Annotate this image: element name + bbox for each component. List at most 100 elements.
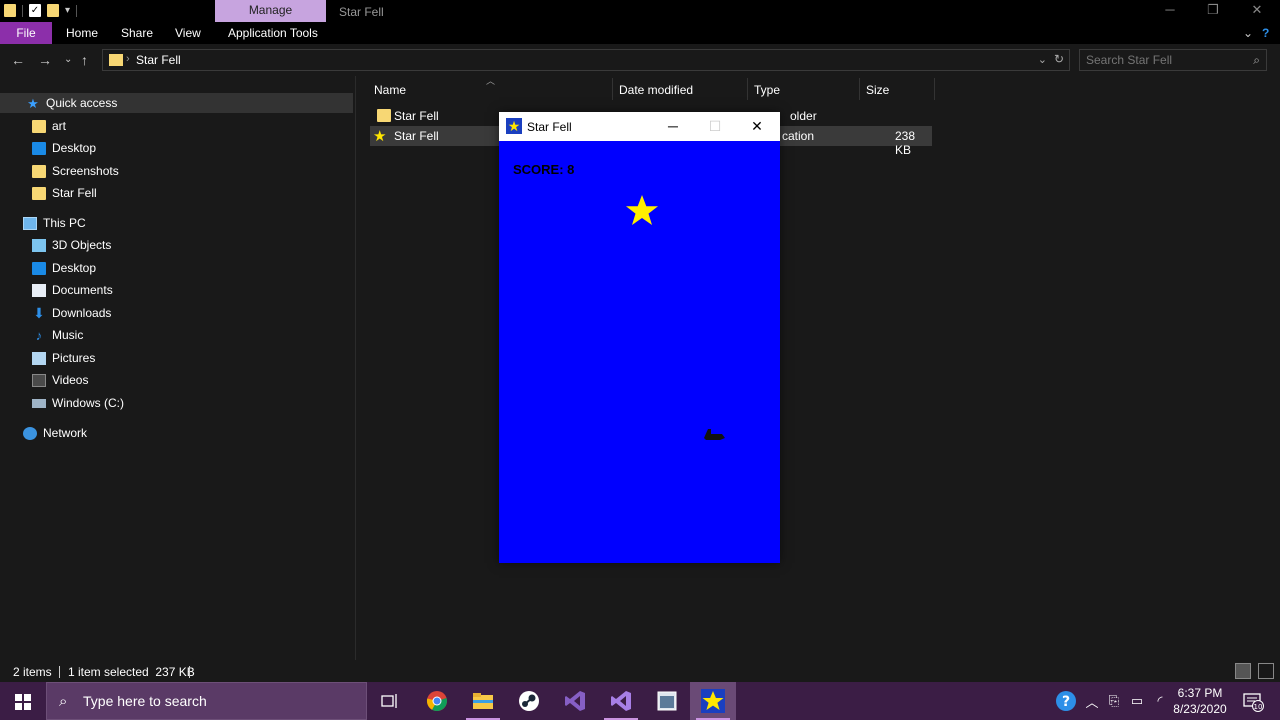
clock-time: 6:37 PM bbox=[1177, 686, 1223, 700]
sidebar-item-downloads[interactable]: ⬇ Downloads bbox=[32, 303, 111, 323]
address-bar[interactable]: › Star Fell ⌄ ↻ bbox=[102, 49, 1070, 71]
visual-studio-icon[interactable] bbox=[552, 682, 598, 720]
column-header-name[interactable]: Name bbox=[374, 83, 406, 97]
tab-home[interactable]: Home bbox=[66, 22, 98, 44]
tab-share[interactable]: Share bbox=[121, 22, 153, 44]
window-title: Star Fell bbox=[339, 5, 384, 19]
large-icons-view-icon[interactable] bbox=[1258, 663, 1274, 679]
search-icon[interactable]: ⌕ bbox=[1253, 53, 1260, 68]
details-view-icon[interactable] bbox=[1235, 663, 1251, 679]
action-center-icon[interactable]: 10 bbox=[1238, 682, 1268, 720]
sidebar-item-this-pc[interactable]: This PC bbox=[23, 213, 86, 233]
sidebar-item-desktop[interactable]: Desktop bbox=[32, 138, 96, 158]
wifi-icon[interactable]: ◜ bbox=[1150, 682, 1170, 720]
sidebar-item-star-fell[interactable]: Star Fell bbox=[32, 183, 97, 203]
sort-ascending-icon: ︿ bbox=[486, 76, 496, 86]
column-separator[interactable] bbox=[747, 78, 748, 100]
chrome-icon[interactable] bbox=[414, 682, 460, 720]
sidebar-item-pc-desktop[interactable]: Desktop bbox=[32, 258, 96, 278]
up-arrow-icon[interactable]: ↑ bbox=[81, 52, 88, 68]
taskbar-search[interactable]: ⌕ bbox=[46, 682, 367, 720]
recent-locations-icon[interactable]: ⌄ bbox=[64, 54, 72, 65]
help-tray-icon[interactable]: ? bbox=[1054, 682, 1078, 720]
sidebar-item-art[interactable]: art bbox=[32, 116, 66, 136]
chevron-down-icon[interactable]: ⌄ bbox=[1038, 53, 1047, 66]
visual-studio-preview-icon[interactable] bbox=[598, 682, 644, 720]
help-icon[interactable]: ? bbox=[1262, 22, 1269, 44]
download-arrow-icon: ⬇ bbox=[33, 304, 45, 321]
game-window[interactable]: ★ Star Fell ─ ☐ ✕ SCORE: 8 bbox=[499, 112, 780, 563]
sidebar-item-3d-objects[interactable]: 3D Objects bbox=[32, 235, 111, 255]
star-fell-icon[interactable] bbox=[690, 682, 736, 720]
battery-icon[interactable]: ▭ bbox=[1127, 682, 1147, 720]
manage-contextual-tab[interactable]: Manage bbox=[215, 0, 326, 22]
task-view-icon[interactable] bbox=[367, 682, 413, 720]
column-header-size[interactable]: Size bbox=[866, 83, 889, 97]
column-separator[interactable] bbox=[934, 78, 935, 100]
tab-application-tools[interactable]: Application Tools bbox=[228, 22, 318, 44]
ribbon-expand-icon[interactable]: ⌄ bbox=[1243, 22, 1253, 44]
minimize-button[interactable]: ─ bbox=[1150, 2, 1190, 20]
steam-icon[interactable] bbox=[506, 682, 552, 720]
sidebar-item-label: Downloads bbox=[52, 306, 112, 320]
taskbar-search-input[interactable] bbox=[83, 693, 353, 709]
forward-arrow-icon[interactable]: → bbox=[38, 52, 52, 68]
breadcrumb-current[interactable]: Star Fell bbox=[136, 53, 181, 67]
desktop-icon bbox=[32, 261, 46, 275]
new-folder-icon[interactable] bbox=[47, 4, 59, 17]
computer-icon bbox=[23, 216, 37, 230]
game-close-button[interactable]: ✕ bbox=[742, 116, 772, 136]
column-header-date-modified[interactable]: Date modified bbox=[619, 83, 693, 97]
game-canvas[interactable]: SCORE: 8 bbox=[499, 141, 780, 563]
search-box[interactable]: ⌕ bbox=[1079, 49, 1267, 71]
restore-button[interactable]: ❐ bbox=[1193, 2, 1233, 20]
documents-icon bbox=[32, 283, 46, 297]
tab-file[interactable]: File bbox=[0, 22, 52, 44]
item-count: 2 items bbox=[13, 665, 52, 679]
properties-icon[interactable]: ✓ bbox=[29, 4, 41, 17]
close-button[interactable]: ✕ bbox=[1237, 2, 1277, 20]
search-input[interactable] bbox=[1086, 53, 1246, 67]
sidebar-item-music[interactable]: ♪ Music bbox=[32, 325, 84, 345]
file-type: older bbox=[790, 109, 817, 123]
sidebar-item-quick-access[interactable]: ★ Quick access bbox=[0, 93, 353, 113]
sidebar-item-documents[interactable]: Documents bbox=[32, 280, 113, 300]
sidebar-item-windows-c[interactable]: Windows (C:) bbox=[32, 393, 124, 413]
pane-divider[interactable] bbox=[355, 76, 356, 660]
app-window-icon[interactable] bbox=[644, 682, 690, 720]
sidebar-item-screenshots[interactable]: Screenshots bbox=[32, 161, 119, 181]
tab-view[interactable]: View bbox=[175, 22, 201, 44]
column-header-type[interactable]: Type bbox=[754, 83, 780, 97]
sidebar-item-label: Music bbox=[52, 328, 84, 342]
column-separator[interactable] bbox=[859, 78, 860, 100]
system-clock[interactable]: 6:37 PM 8/23/2020 bbox=[1170, 685, 1230, 717]
star-app-icon: ★ bbox=[373, 128, 387, 145]
explorer-title-bar: ✓ ▾ Manage Star Fell ─ ❐ ✕ bbox=[0, 0, 1280, 22]
column-separator[interactable] bbox=[612, 78, 613, 100]
sidebar-item-videos[interactable]: Videos bbox=[32, 370, 88, 390]
game-minimize-button[interactable]: ─ bbox=[658, 116, 688, 136]
sidebar-item-pictures[interactable]: Pictures bbox=[32, 348, 95, 368]
sidebar-item-label: Star Fell bbox=[52, 186, 97, 200]
game-maximize-button: ☐ bbox=[700, 116, 730, 136]
selection-info: 1 item selected 237 KB bbox=[68, 665, 195, 679]
separator bbox=[189, 666, 190, 678]
folder-icon bbox=[32, 119, 46, 133]
customize-qat-icon[interactable]: ▾ bbox=[65, 5, 70, 16]
sidebar-item-label: Desktop bbox=[52, 261, 97, 275]
game-title-bar[interactable]: ★ Star Fell ─ ☐ ✕ bbox=[499, 112, 780, 141]
sidebar-item-network[interactable]: Network bbox=[23, 423, 87, 443]
breadcrumb-chevron-icon[interactable]: › bbox=[126, 53, 130, 65]
back-arrow-icon[interactable]: ← bbox=[11, 52, 25, 68]
sidebar-item-label: 3D Objects bbox=[52, 238, 112, 252]
remote-device-icon[interactable]: ⎘ bbox=[1104, 682, 1124, 720]
chevron-up-icon[interactable]: ︿ bbox=[1084, 682, 1100, 720]
start-button[interactable] bbox=[0, 682, 46, 720]
star-icon: ★ bbox=[27, 95, 39, 111]
refresh-icon[interactable]: ↻ bbox=[1054, 52, 1064, 66]
status-bar: 2 items 1 item selected 237 KB bbox=[0, 660, 1280, 682]
separator bbox=[76, 4, 78, 17]
file-explorer-icon[interactable] bbox=[460, 682, 506, 720]
sidebar-item-label: art bbox=[52, 119, 67, 133]
sidebar-item-label: Screenshots bbox=[52, 164, 119, 178]
